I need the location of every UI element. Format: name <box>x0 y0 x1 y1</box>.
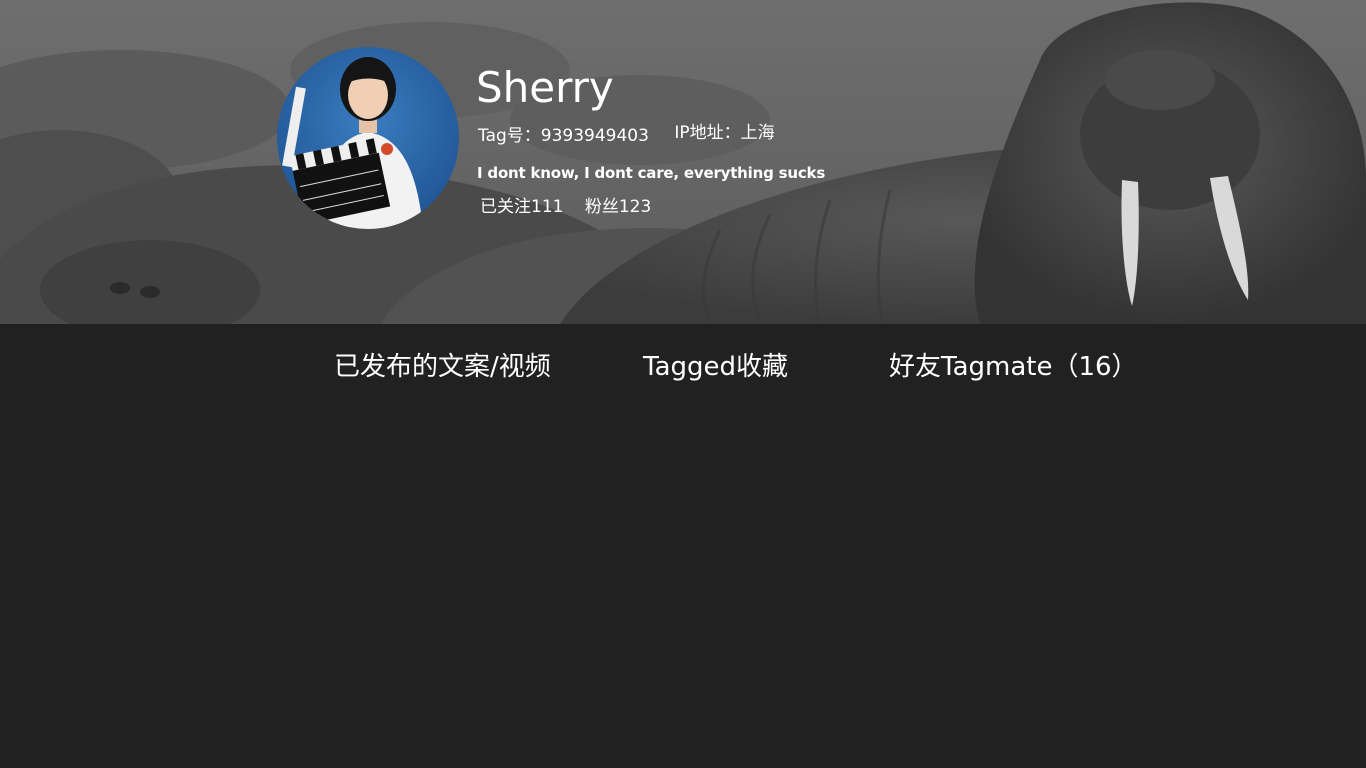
tab-tagged-collections[interactable]: Tagged收藏 <box>643 340 788 394</box>
ip-location: IP地址：上海 <box>674 121 774 145</box>
tab-tagmate-friends[interactable]: 好友Tagmate（16） <box>889 340 1138 394</box>
ip-label: IP地址： <box>674 123 741 143</box>
profile-tabs: 已发布的文案/视频 Tagged收藏 好友Tagmate（16） <box>0 340 1366 396</box>
tab-published-posts[interactable]: 已发布的文案/视频 <box>334 340 551 394</box>
tag-id-value: 9393949403 <box>540 126 649 146</box>
profile-page: Sherry Tag号：9393949403 IP地址：上海 I dont kn… <box>0 0 1366 768</box>
following-count[interactable]: 已关注111 <box>480 195 563 219</box>
profile-banner: Sherry Tag号：9393949403 IP地址：上海 I dont kn… <box>0 0 1366 324</box>
tab-content-area <box>0 400 1366 768</box>
username: Sherry <box>476 63 614 112</box>
followers-count[interactable]: 粉丝123 <box>585 195 651 219</box>
profile-bio: I dont know, I dont care, everything suc… <box>477 164 826 182</box>
avatar[interactable] <box>277 47 459 229</box>
tag-id-label: Tag号： <box>478 126 541 146</box>
avatar-photo <box>277 47 459 229</box>
profile-stats: 已关注111 粉丝123 <box>480 195 651 219</box>
profile-meta-row: Tag号：9393949403 IP地址：上海 <box>478 121 775 148</box>
ip-value: 上海 <box>740 123 775 143</box>
